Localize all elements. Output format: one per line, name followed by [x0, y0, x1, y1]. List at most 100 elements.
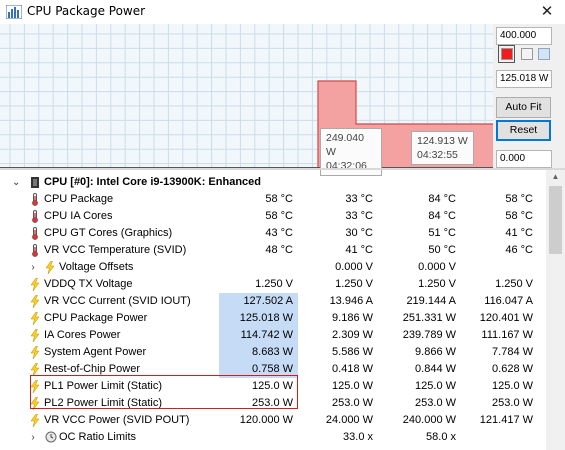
sensor-label: CPU [#0]: Intel Core i9-13900K: Enhanced: [44, 176, 262, 188]
minimum-value: 30 °C: [345, 227, 373, 239]
window-title: CPU Package Power: [27, 4, 146, 18]
maximum-value: 239.789 W: [402, 329, 456, 341]
current-value: 58 °C: [265, 193, 293, 205]
maximum-value: 51 °C: [428, 227, 456, 239]
sensor-row[interactable]: IA Cores Power 114.742 W 2.309 W 239.789 W 1…: [0, 327, 546, 344]
sensor-row[interactable]: CPU Package 58 °C 33 °C 84 °C 58 °C: [0, 191, 546, 208]
sensor-label: OC Ratio Limits: [59, 431, 137, 443]
sensor-row[interactable]: VDDQ TX Voltage 1.250 V 1.250 V 1.250 V 1.25…: [0, 276, 546, 293]
current-value: 120.000 W: [239, 414, 293, 426]
sensor-label: VR VCC Current (SVID IOUT): [44, 295, 191, 307]
thermometer-icon: [30, 210, 40, 223]
sensor-row[interactable]: › Voltage Offsets 0.000 V 0.000 V: [0, 259, 546, 276]
collapse-chevron-icon[interactable]: ⌄: [12, 174, 20, 191]
sensor-row[interactable]: VR VCC Power (SVID POUT) 120.000 W 24.000 …: [0, 412, 546, 429]
cpu-chip-icon: [30, 176, 40, 189]
maximum-value: 219.144 A: [406, 295, 456, 307]
maximum-value: 84 °C: [428, 193, 456, 205]
minimum-value: 1.250 V: [335, 278, 373, 290]
minimum-value: 9.186 W: [332, 312, 373, 324]
sensor-label: IA Cores Power: [44, 329, 121, 341]
sensor-row[interactable]: VR VCC Current (SVID IOUT) 127.502 A 13.94…: [0, 293, 546, 310]
reset-button[interactable]: Reset: [496, 120, 551, 141]
sensor-label: CPU IA Cores: [44, 210, 113, 222]
graph-side-panel: 400.000 125.018 W Auto Fit Reset 0.000: [493, 24, 565, 168]
average-value: 0.628 W: [492, 363, 533, 375]
average-value: 58 °C: [505, 193, 533, 205]
clock-icon: [45, 431, 57, 444]
sensor-label: Voltage Offsets: [59, 261, 134, 273]
sensor-label: VR VCC Temperature (SVID): [44, 244, 187, 256]
maximum-value: 84 °C: [428, 210, 456, 222]
average-value: 111.167 W: [481, 329, 533, 341]
thermometer-icon: [30, 227, 40, 240]
average-value: 7.784 W: [492, 346, 533, 358]
minimum-value: 33.0 x: [343, 431, 373, 443]
minimum-value: 41 °C: [345, 244, 373, 256]
expand-chevron-icon[interactable]: ›: [29, 259, 37, 276]
power-limit-highlight-box: [30, 375, 298, 409]
vertical-scrollbar[interactable]: ▲: [546, 170, 565, 450]
average-value: 253.0 W: [492, 397, 533, 409]
maximum-value: 50 °C: [428, 244, 456, 256]
maximum-value: 253.0 W: [415, 397, 456, 409]
auto-fit-button[interactable]: Auto Fit: [496, 97, 551, 118]
sensor-label: CPU Package Power: [44, 312, 148, 324]
maximum-value: 1.250 V: [418, 278, 456, 290]
maximum-value: 58.0 x: [426, 431, 456, 443]
current-value: 58 °C: [265, 210, 293, 222]
red-color-swatch[interactable]: [501, 48, 513, 60]
tree-group-row[interactable]: ⌄ CPU [#0]: Intel Core i9-13900K: Enhance…: [0, 174, 546, 191]
graph-tooltip-current: 124.913 W 04:32:55: [411, 131, 474, 165]
expand-chevron-icon[interactable]: ›: [29, 429, 37, 446]
sensor-row[interactable]: CPU Package Power 125.018 W 9.186 W 251.331…: [0, 310, 546, 327]
sensor-label: VR VCC Power (SVID POUT): [44, 414, 190, 426]
maximum-value: 125.0 W: [415, 380, 456, 392]
current-value-field[interactable]: 125.018 W: [496, 70, 552, 88]
blue-color-swatch[interactable]: [538, 48, 550, 60]
title-bar: CPU Package Power ✕: [0, 0, 565, 24]
minimum-value: 0.418 W: [332, 363, 373, 375]
maximum-value: 0.000 V: [418, 261, 456, 273]
sensor-row[interactable]: CPU IA Cores 58 °C 33 °C 84 °C 58 °C: [0, 208, 546, 225]
sensor-table: ⌄ CPU [#0]: Intel Core i9-13900K: Enhance…: [0, 170, 546, 450]
minimum-value: 5.586 W: [332, 346, 373, 358]
average-value: 121.417 W: [479, 414, 533, 426]
sensor-label: System Agent Power: [44, 346, 147, 358]
max-value-field[interactable]: 400.000: [496, 27, 552, 45]
close-button[interactable]: ✕: [535, 0, 559, 22]
close-icon: ✕: [540, 2, 554, 20]
thermometer-icon: [30, 193, 40, 206]
lightning-icon: [30, 277, 40, 292]
sensor-row[interactable]: CPU GT Cores (Graphics) 43 °C 30 °C 51 °C 41…: [0, 225, 546, 242]
current-value: 1.250 V: [255, 278, 293, 290]
minimum-value: 33 °C: [345, 193, 373, 205]
scrollbar-thumb[interactable]: [549, 186, 562, 254]
minimum-value: 253.0 W: [332, 397, 373, 409]
scroll-up-icon[interactable]: ▲: [546, 172, 565, 181]
minimum-value: 2.309 W: [332, 329, 373, 341]
sensor-label: CPU GT Cores (Graphics): [44, 227, 173, 239]
maximum-value: 240.000 W: [402, 414, 456, 426]
lightning-icon: [30, 294, 40, 309]
current-value: 114.742 W: [240, 329, 293, 341]
grey-color-swatch[interactable]: [521, 48, 533, 60]
sensor-row[interactable]: VR VCC Temperature (SVID) 48 °C 41 °C 50 °C…: [0, 242, 546, 259]
average-value: 1.250 V: [495, 278, 533, 290]
sensor-row[interactable]: System Agent Power 8.683 W 5.586 W 9.866 W 7…: [0, 344, 546, 361]
minimum-value: 33 °C: [345, 210, 373, 222]
power-graph[interactable]: 249.040 W 04:32:06 124.913 W 04:32:55: [0, 24, 493, 176]
lightning-icon: [30, 328, 40, 343]
current-value: 127.502 A: [243, 295, 293, 307]
average-value: 120.401 W: [479, 312, 533, 324]
sensor-row[interactable]: › OC Ratio Limits 33.0 x 58.0 x: [0, 429, 546, 446]
minimum-value: 24.000 W: [325, 414, 373, 426]
min-value-field[interactable]: 0.000: [496, 150, 552, 168]
current-value: 48 °C: [265, 244, 293, 256]
average-value: 125.0 W: [492, 380, 533, 392]
maximum-value: 0.844 W: [415, 363, 456, 375]
maximum-value: 9.866 W: [415, 346, 456, 358]
current-value: 43 °C: [265, 227, 293, 239]
minimum-value: 125.0 W: [332, 380, 373, 392]
sensor-label: CPU Package: [44, 193, 114, 205]
